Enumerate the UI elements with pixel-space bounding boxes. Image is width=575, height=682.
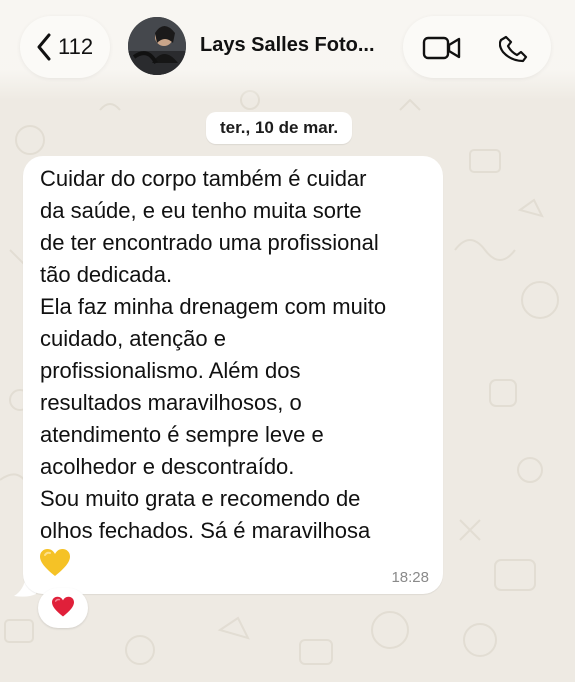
phone-call-icon[interactable] [499, 34, 529, 64]
call-actions [403, 16, 551, 78]
message-line: Sou muito grata e recomendo de [40, 486, 361, 511]
message-line: acolhedor e descontraído. [40, 454, 295, 479]
message-time: 18:28 [391, 569, 429, 586]
message-line: resultados maravilhosos, o [40, 390, 302, 415]
back-button[interactable]: 112 [20, 16, 110, 78]
message-line: cuidado, atenção e [40, 326, 226, 351]
avatar-photo [128, 17, 186, 75]
message-line: atendimento é sempre leve e [40, 422, 324, 447]
message-line: de ter encontrado uma profissional [40, 230, 379, 255]
yellow-heart-emoji-icon [40, 549, 70, 576]
message-reaction[interactable] [38, 588, 88, 628]
red-heart-icon [52, 596, 74, 617]
message-line: Cuidar do corpo também é cuidar [40, 166, 367, 191]
video-call-icon[interactable] [422, 35, 462, 61]
chat-header: 112 Lays Salles Foto... [0, 0, 575, 100]
contact-avatar[interactable] [128, 17, 186, 75]
message-line: Ela faz minha drenagem com muito [40, 294, 387, 319]
message-line: tão dedicada. [40, 262, 173, 287]
unread-count: 112 [58, 34, 94, 59]
message-bubble[interactable]: Cuidar do corpo também é cuidar da saúde… [23, 156, 443, 594]
message-line: da saúde, e eu tenho muita sorte [40, 198, 362, 223]
message-line: olhos fechados. Sá é maravilhosa [40, 518, 371, 543]
date-separator: ter., 10 de mar. [206, 112, 353, 144]
contact-name[interactable]: Lays Salles Foto... [200, 34, 375, 57]
message-line: profissionalismo. Além dos [40, 358, 301, 383]
chevron-left-icon [37, 33, 51, 61]
